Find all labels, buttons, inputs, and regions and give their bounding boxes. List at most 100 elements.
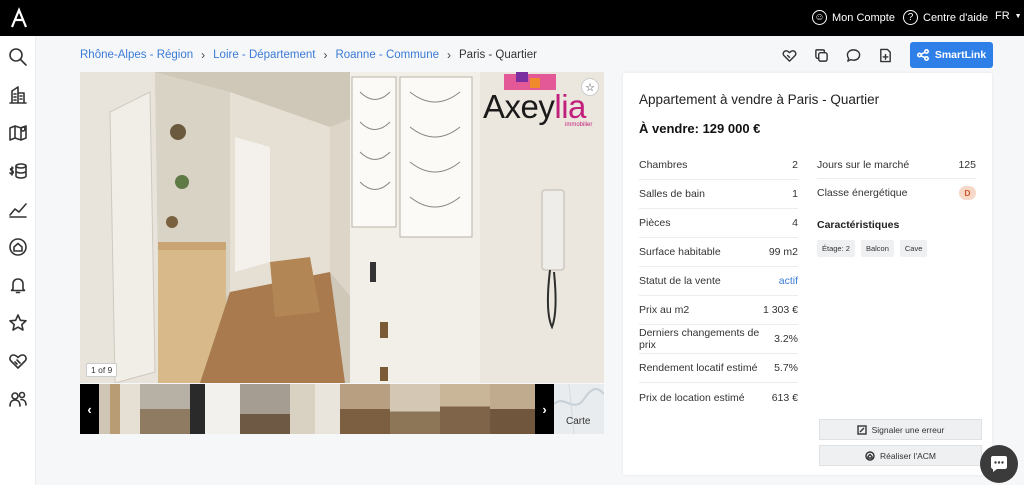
home-circle-icon (865, 450, 875, 461)
sidebar-item-analytics[interactable] (7, 198, 29, 220)
bell-icon (10, 278, 26, 294)
breadcrumb-commune[interactable]: Roanne - Commune (335, 49, 439, 61)
help-link[interactable]: ? Centre d'aide (903, 10, 988, 25)
market-table: Jours sur le marché 125 Classe énergétiqu… (817, 151, 976, 207)
smartlink-button[interactable]: SmartLink (910, 42, 993, 68)
map-thumbnail[interactable]: Carte (554, 384, 604, 434)
brand-subtitle: immobilier (565, 122, 593, 128)
chevron-right-icon: › (201, 48, 206, 62)
detail-row: Jours sur le marché 125 (817, 151, 976, 179)
detail-row: Derniers changements de prix 3.2% (639, 325, 798, 354)
chevron-right-icon: › (323, 48, 328, 62)
copy-button[interactable] (812, 46, 830, 64)
thumbnail[interactable] (440, 384, 490, 434)
detail-row: Statut de la vente actif (639, 267, 798, 296)
language-value: FR (995, 10, 1010, 22)
chat-button[interactable] (980, 445, 1018, 483)
thumbnail[interactable] (340, 384, 390, 434)
comment-button[interactable] (844, 46, 862, 64)
search-icon (9, 48, 27, 66)
listing-info-panel: Appartement à vendre à Paris - Quartier … (623, 73, 992, 475)
language-select[interactable]: FR ▼ (995, 10, 1022, 22)
thumbnail[interactable] (240, 384, 290, 434)
user-icon: ☺ (812, 10, 827, 25)
feature-chip: Étage: 2 (817, 240, 855, 257)
sidebar-item-notifications[interactable] (7, 274, 29, 296)
copy-icon (814, 48, 828, 62)
sidebar-item-contacts[interactable] (7, 388, 29, 410)
help-icon: ? (903, 10, 918, 25)
features-title: Caractéristiques (817, 219, 900, 231)
sidebar-item-alerts-home[interactable] (7, 236, 29, 258)
handshake-icon (9, 354, 27, 369)
top-bar: ☺ Mon Compte ? Centre d'aide FR ▼ (0, 0, 1024, 36)
gallery-prev-button[interactable]: ‹ (80, 384, 99, 434)
heart-handshake-icon (782, 49, 796, 62)
breadcrumb-current: Paris - Quartier (459, 49, 537, 61)
detail-row: Prix au m2 1 303 € (639, 296, 798, 325)
sale-status-link[interactable]: actif (779, 275, 798, 287)
detail-row: Surface habitable 99 m2 (639, 238, 798, 267)
favorite-photo-button[interactable]: ☆ (581, 78, 599, 96)
listing-price: À vendre: 129 000 € (639, 121, 761, 136)
thumbnail[interactable] (390, 384, 440, 434)
detail-row: Classe énergétique D (817, 179, 976, 207)
chart-icon (9, 203, 27, 218)
star-outline-icon: ☆ (585, 81, 595, 94)
chat-bubble-icon (991, 456, 1007, 472)
account-link[interactable]: ☺ Mon Compte (812, 10, 895, 25)
thumbnail[interactable] (140, 384, 190, 434)
chevron-left-icon: ‹ (87, 401, 92, 417)
star-icon (9, 314, 27, 331)
sidebar-item-deals[interactable] (7, 350, 29, 372)
detail-row: Pièces 4 (639, 209, 798, 238)
acm-label: Réaliser l'ACM (880, 450, 936, 461)
chevron-right-icon: › (447, 48, 451, 62)
gallery-next-button[interactable]: › (535, 384, 554, 434)
feature-chip: Balcon (860, 240, 894, 257)
report-error-button[interactable]: Signaler une erreur (819, 419, 982, 440)
share-icon (916, 49, 929, 61)
sidebar-item-search[interactable] (7, 46, 29, 68)
favorite-listing-button[interactable] (780, 46, 798, 64)
finance-icon (9, 163, 27, 179)
map-label: Carte (566, 416, 591, 427)
energy-class-badge: D (959, 186, 976, 200)
detail-row: Salles de bain 1 (639, 180, 798, 209)
acm-button[interactable]: Réaliser l'ACM (819, 445, 982, 466)
listing-title: Appartement à vendre à Paris - Quartier (639, 92, 880, 107)
thumbnail[interactable] (290, 384, 340, 434)
smartlink-label: SmartLink (934, 49, 987, 61)
photo-counter: 1 of 9 (86, 363, 118, 377)
breadcrumb-region[interactable]: Rhône-Alpes - Région (80, 49, 193, 61)
feature-chip: Cave (899, 240, 928, 257)
report-error-label: Signaler une erreur (871, 424, 945, 435)
detail-row: Chambres 2 (639, 151, 798, 180)
building-icon (9, 86, 27, 104)
chevron-right-icon: › (542, 401, 547, 417)
add-document-button[interactable] (876, 46, 894, 64)
file-plus-icon (879, 48, 891, 62)
thumbnail-strip (80, 384, 554, 434)
detail-row: Rendement locatif estimé 5.7% (639, 354, 798, 383)
users-icon (9, 391, 27, 407)
caret-down-icon: ▼ (1014, 12, 1022, 20)
features-list: Étage: 2 Balcon Cave (817, 240, 928, 257)
edit-icon (856, 424, 867, 435)
breadcrumb-department[interactable]: Loire - Département (213, 49, 315, 61)
brand-logo: Axeylia (483, 88, 586, 125)
thumbnail[interactable] (190, 384, 240, 434)
help-label: Centre d'aide (923, 11, 989, 24)
listing-actions (780, 46, 894, 64)
detail-row: Prix de location estimé 613 € (639, 391, 798, 404)
account-label: Mon Compte (832, 11, 895, 24)
sidebar-item-finance[interactable] (7, 160, 29, 182)
sidebar (0, 36, 36, 485)
map-icon (9, 125, 27, 141)
sidebar-item-map[interactable] (7, 122, 29, 144)
sidebar-item-favorites[interactable] (7, 312, 29, 334)
home-alert-icon (9, 238, 27, 256)
app-logo-icon[interactable] (9, 7, 29, 29)
thumbnail[interactable] (490, 384, 540, 434)
sidebar-item-properties[interactable] (7, 84, 29, 106)
